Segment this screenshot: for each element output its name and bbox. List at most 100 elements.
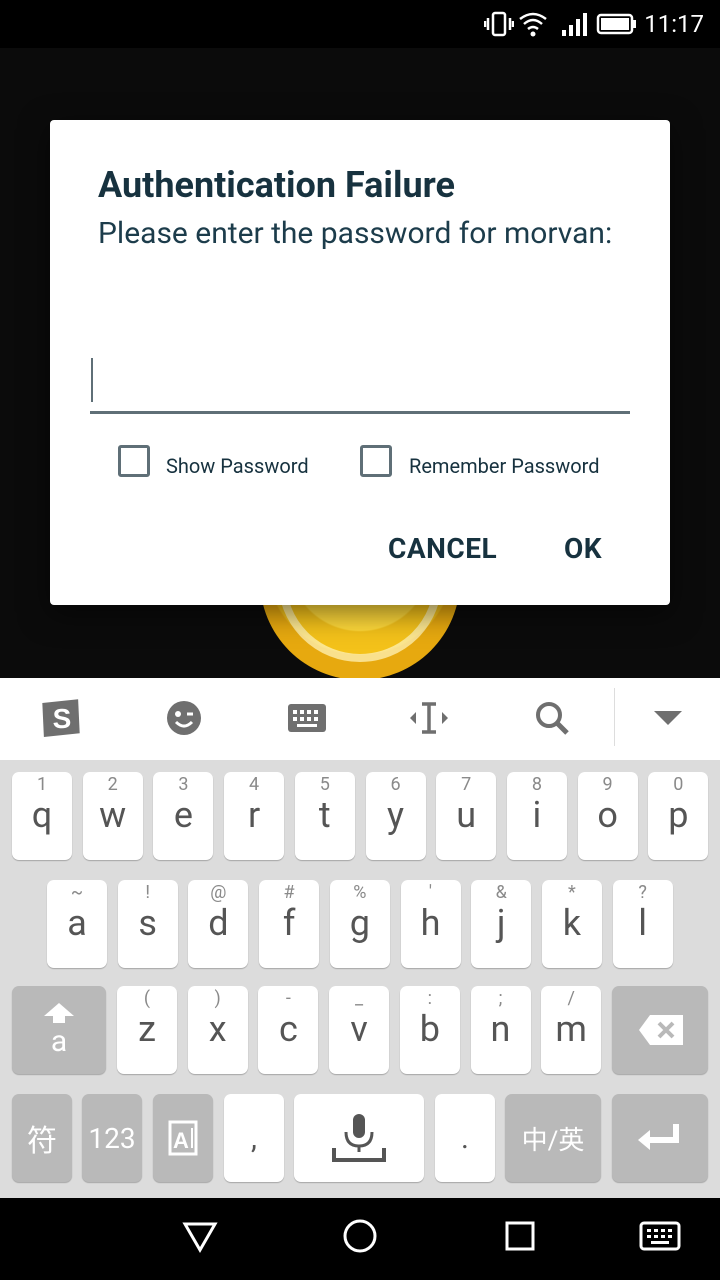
key-hint: & bbox=[495, 882, 507, 903]
symbols-key-label: 符 bbox=[27, 1124, 57, 1159]
key-hint: 0 bbox=[673, 774, 684, 795]
key-hint: 6 bbox=[390, 774, 401, 795]
key-h[interactable]: ' h bbox=[400, 880, 461, 968]
key-m[interactable]: / m bbox=[541, 986, 602, 1074]
key-label: m bbox=[555, 1008, 587, 1050]
key-label: x bbox=[208, 1008, 227, 1050]
cursor-move-icon[interactable] bbox=[406, 696, 452, 740]
key-label: q bbox=[31, 794, 53, 836]
enter-key[interactable] bbox=[612, 1094, 708, 1182]
period-key-label: . bbox=[461, 1120, 469, 1156]
key-hint: 5 bbox=[319, 774, 330, 795]
key-hint: 8 bbox=[531, 774, 542, 795]
key-label: b bbox=[419, 1008, 440, 1050]
key-label: o bbox=[597, 794, 618, 836]
symbols-key[interactable]: 符 bbox=[12, 1094, 72, 1182]
recents-icon[interactable] bbox=[502, 1218, 538, 1254]
period-key[interactable]: . bbox=[435, 1094, 495, 1182]
status-bar: 11:17 bbox=[0, 0, 720, 48]
key-u[interactable]: 7u bbox=[436, 772, 497, 860]
key-t[interactable]: 5t bbox=[294, 772, 355, 860]
key-hint: ~ bbox=[70, 882, 84, 903]
key-x[interactable]: ) x bbox=[187, 986, 248, 1074]
key-y[interactable]: 6y bbox=[365, 772, 426, 860]
key-hint: ? bbox=[638, 882, 647, 903]
key-j[interactable]: & j bbox=[471, 880, 532, 968]
remember-password-checkbox[interactable] bbox=[360, 445, 392, 477]
key-a[interactable]: ~ a bbox=[47, 880, 107, 968]
key-b[interactable]: :b bbox=[399, 986, 460, 1074]
cancel-button[interactable]: CANCEL bbox=[388, 532, 497, 565]
collapse-keyboard-icon[interactable] bbox=[646, 696, 690, 740]
comma-key-label: , bbox=[251, 1120, 257, 1156]
key-label: c bbox=[278, 1008, 298, 1050]
password-input[interactable] bbox=[90, 358, 630, 414]
key-v[interactable]: _ v bbox=[329, 986, 390, 1074]
comma-key[interactable]: , bbox=[224, 1094, 284, 1182]
remember-password-label[interactable]: Remember Password bbox=[409, 454, 600, 478]
keyboard-switch-icon[interactable] bbox=[638, 1218, 682, 1254]
key-q[interactable]: 1q bbox=[12, 772, 72, 860]
text-cursor bbox=[91, 358, 93, 402]
key-hint: * bbox=[568, 882, 576, 903]
shift-key[interactable]: a bbox=[12, 986, 106, 1074]
key-label: l bbox=[638, 902, 647, 944]
key-hint: 4 bbox=[249, 774, 260, 795]
key-hint: - bbox=[285, 988, 291, 1009]
key-hint: ) bbox=[214, 988, 221, 1009]
key-label: z bbox=[138, 1008, 156, 1050]
key-k[interactable]: * k bbox=[541, 880, 602, 968]
language-switch-key[interactable]: 中/英 bbox=[505, 1094, 601, 1182]
ok-button[interactable]: OK bbox=[564, 532, 602, 565]
key-hint: % bbox=[353, 882, 367, 903]
key-o[interactable]: 9o bbox=[577, 772, 638, 860]
back-icon[interactable] bbox=[182, 1218, 218, 1254]
key-z[interactable]: (z bbox=[117, 986, 177, 1074]
key-hint: ' bbox=[428, 882, 433, 903]
key-hint: 7 bbox=[461, 774, 472, 795]
key-g[interactable]: % g bbox=[329, 880, 390, 968]
key-hint: 1 bbox=[36, 774, 48, 795]
key-label: r bbox=[247, 794, 261, 836]
key-label: s bbox=[138, 902, 157, 944]
key-hint: / bbox=[567, 988, 575, 1009]
battery-icon bbox=[596, 13, 636, 35]
show-password-label[interactable]: Show Password bbox=[166, 454, 309, 478]
key-label: k bbox=[562, 902, 582, 944]
key-e[interactable]: 3e bbox=[153, 772, 214, 860]
key-l[interactable]: ? l bbox=[612, 880, 673, 968]
key-s[interactable]: ! s bbox=[117, 880, 178, 968]
key-label: p bbox=[668, 794, 689, 836]
sogou-logo-icon[interactable]: S bbox=[36, 696, 88, 740]
key-label: n bbox=[490, 1008, 511, 1050]
search-icon[interactable] bbox=[530, 696, 574, 740]
key-hint: _ bbox=[355, 988, 364, 1009]
key-n[interactable]: ; n bbox=[470, 986, 531, 1074]
key-hint: # bbox=[283, 882, 295, 903]
home-icon[interactable] bbox=[342, 1218, 378, 1254]
show-password-checkbox[interactable] bbox=[118, 445, 150, 477]
key-label: h bbox=[420, 902, 441, 944]
key-d[interactable]: @ d bbox=[188, 880, 249, 968]
key-label: v bbox=[350, 1008, 368, 1050]
numbers-key[interactable]: 123 bbox=[82, 1094, 142, 1182]
handwriting-key[interactable]: A bbox=[153, 1094, 213, 1182]
space-voice-key[interactable] bbox=[294, 1094, 424, 1182]
keyboard-toolbar: S bbox=[0, 678, 720, 760]
key-p[interactable]: 0p bbox=[648, 772, 709, 860]
key-label: u bbox=[456, 794, 477, 836]
key-c[interactable]: -c bbox=[258, 986, 319, 1074]
key-label: f bbox=[282, 902, 296, 944]
svg-text:A: A bbox=[173, 1128, 189, 1153]
key-label: y bbox=[386, 794, 405, 836]
key-w[interactable]: 2w bbox=[82, 772, 143, 860]
signal-icon bbox=[562, 13, 587, 36]
key-f[interactable]: # f bbox=[259, 880, 320, 968]
key-label: a bbox=[67, 902, 87, 944]
emoji-icon[interactable] bbox=[162, 696, 206, 740]
key-r[interactable]: 4r bbox=[224, 772, 285, 860]
keyboard-icon[interactable] bbox=[284, 696, 330, 740]
backspace-key[interactable] bbox=[612, 986, 708, 1074]
key-hint: ! bbox=[145, 882, 150, 903]
key-i[interactable]: 8i bbox=[506, 772, 567, 860]
